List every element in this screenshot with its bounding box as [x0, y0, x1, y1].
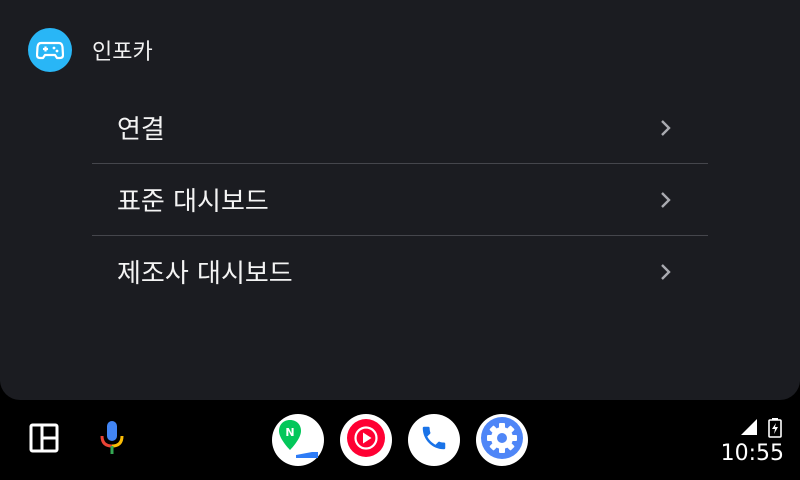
battery-charging-icon: [768, 418, 782, 442]
settings-gear-icon: [480, 416, 524, 464]
menu-item-standard-dashboard[interactable]: 표준 대시보드: [92, 164, 708, 236]
phone-app-button[interactable]: [408, 414, 460, 466]
youtube-music-app-button[interactable]: [340, 414, 392, 466]
dashboard-layout-icon: [29, 423, 59, 457]
settings-app-button[interactable]: [476, 414, 528, 466]
menu-item-label: 표준 대시보드: [117, 187, 269, 217]
settings-menu: 연결 표준 대시보드 제조사 대시보드: [92, 92, 708, 307]
chevron-right-icon: [660, 191, 672, 209]
chevron-right-icon: [660, 119, 672, 137]
naver-map-app-button[interactable]: N: [272, 414, 324, 466]
app-header: 인포카: [28, 28, 153, 72]
clock: 10:55: [720, 441, 784, 466]
menu-item-label: 제조사 대시보드: [117, 259, 293, 289]
app-title: 인포카: [92, 40, 153, 65]
chevron-right-icon: [660, 263, 672, 281]
microphone-icon: [98, 419, 126, 461]
car-controller-icon: [28, 28, 72, 72]
menu-item-connection[interactable]: 연결: [92, 92, 708, 164]
status-area: 10:55: [704, 418, 784, 470]
youtube-music-icon: [346, 418, 386, 462]
app-panel: 인포카 연결 표준 대시보드 제조사 대시보드: [0, 0, 800, 400]
svg-text:N: N: [285, 426, 294, 439]
taskbar: N 10:55: [0, 400, 800, 480]
phone-icon: [419, 423, 449, 457]
dashboard-layout-button[interactable]: [28, 423, 60, 457]
menu-item-label: 연결: [117, 115, 165, 145]
naver-map-icon: N: [278, 418, 318, 462]
cellular-signal-icon: [740, 418, 760, 440]
menu-item-manufacturer-dashboard[interactable]: 제조사 대시보드: [92, 236, 708, 307]
voice-assistant-button[interactable]: [96, 420, 128, 460]
